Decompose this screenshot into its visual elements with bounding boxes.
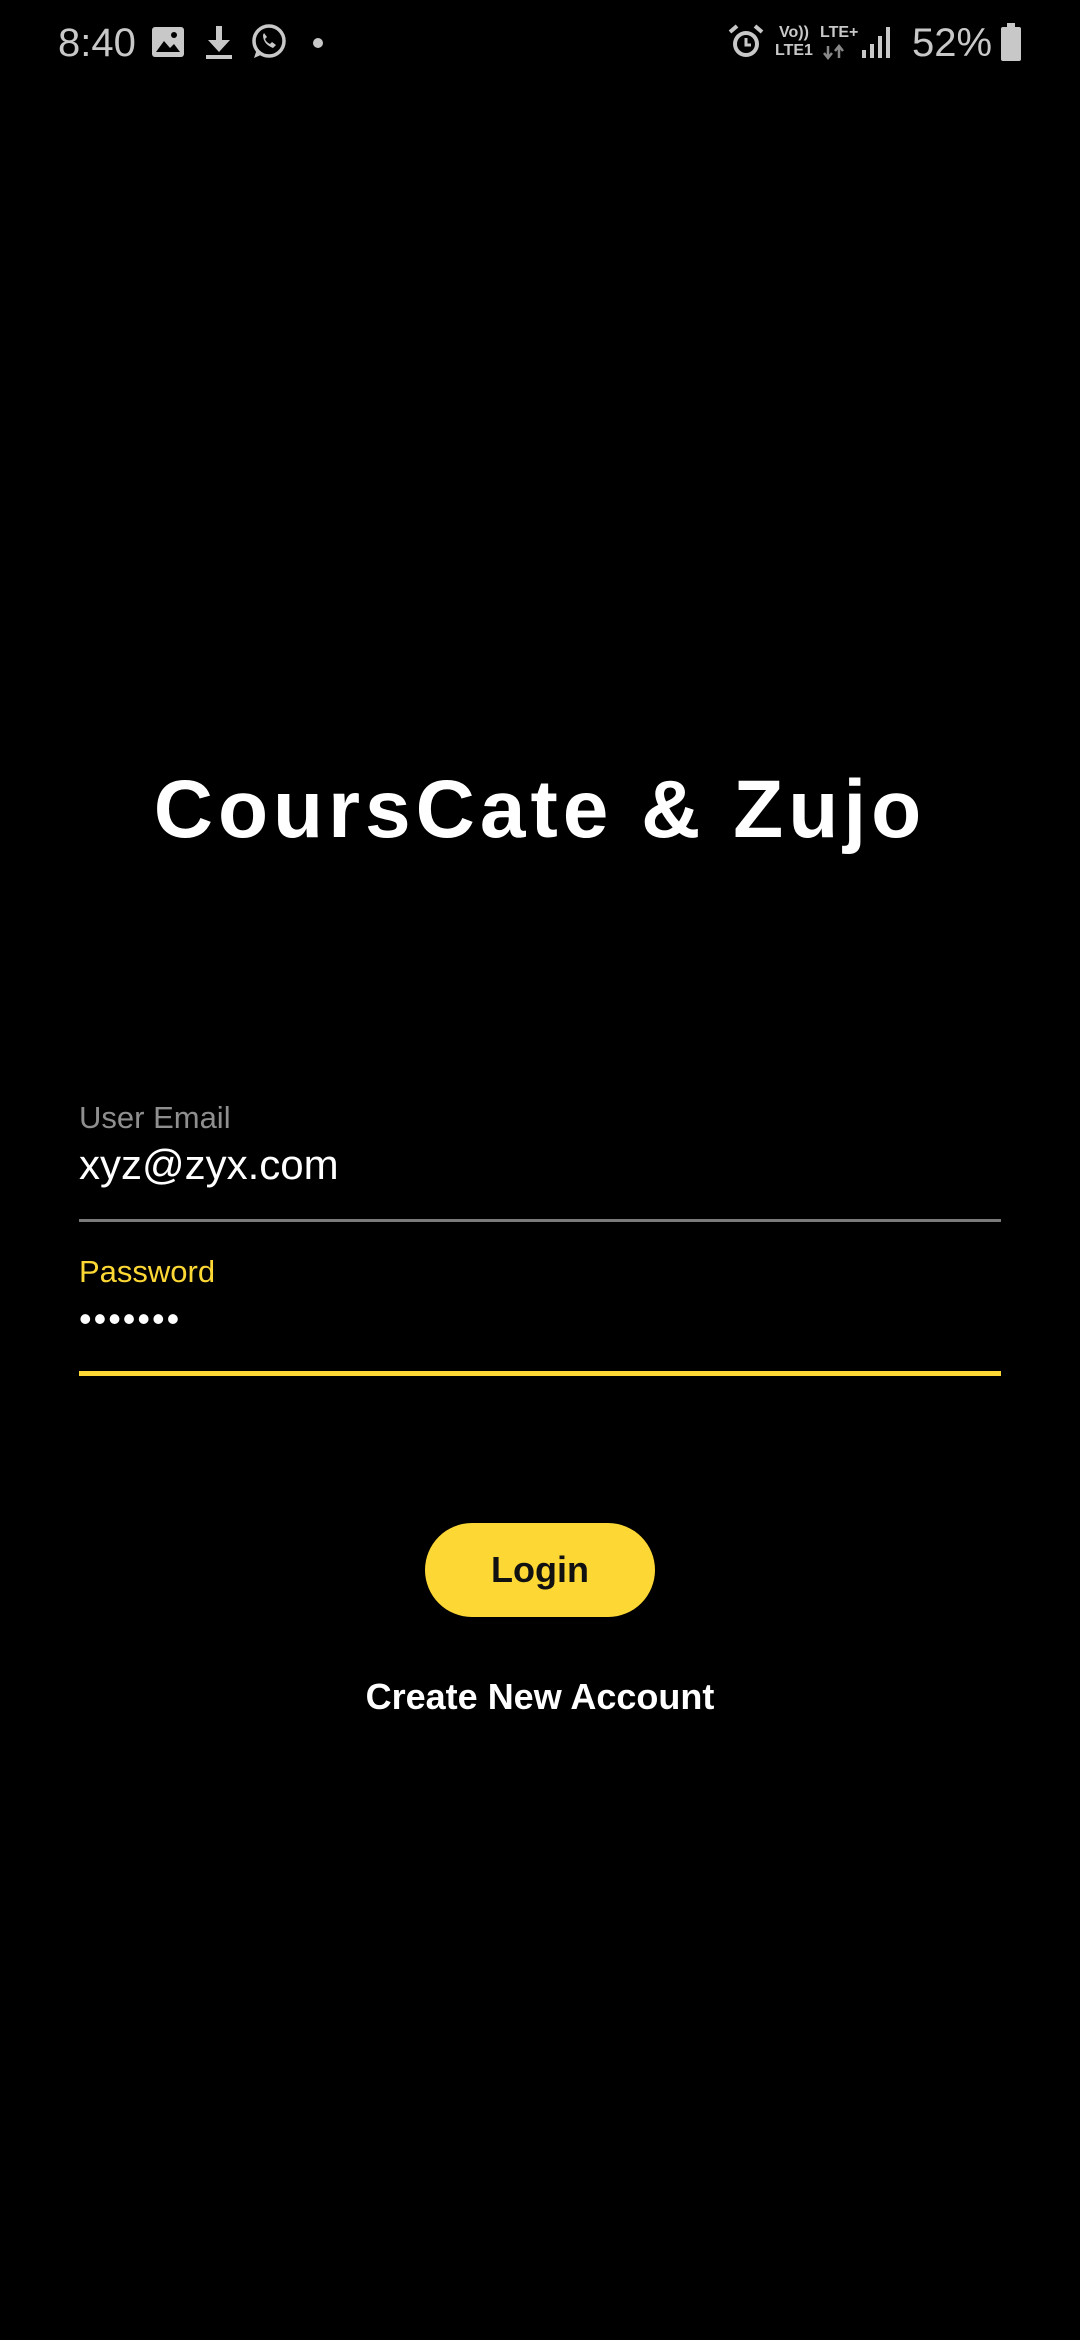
app-title: CoursCate & Zujo bbox=[153, 764, 927, 855]
email-underline bbox=[79, 1219, 1001, 1222]
email-label: User Email bbox=[79, 1100, 231, 1135]
password-input[interactable]: ••••••• bbox=[79, 1294, 181, 1344]
password-underline bbox=[79, 1371, 1001, 1376]
alarm-icon bbox=[726, 22, 766, 67]
lte-plus-label: LTE+ bbox=[820, 24, 859, 41]
status-time: 8:40 bbox=[58, 21, 136, 65]
email-field[interactable]: User Email xyz@zyx.com bbox=[79, 1100, 1001, 1224]
email-input[interactable]: xyz@zyx.com bbox=[79, 1140, 339, 1190]
image-icon bbox=[150, 24, 186, 65]
signal-icon bbox=[860, 24, 894, 65]
lte1-label: LTE1 bbox=[775, 42, 813, 59]
dot-icon bbox=[312, 36, 324, 54]
volte-label: Vo)) bbox=[779, 24, 809, 41]
login-button[interactable]: Login bbox=[425, 1523, 655, 1617]
password-field[interactable]: Password ••••••• bbox=[79, 1254, 1001, 1380]
create-account-link[interactable]: Create New Account bbox=[0, 1672, 1080, 1722]
status-bar: 8:40 Vo)) LTE+ LTE1 52% bbox=[0, 0, 1080, 86]
data-arrows-icon bbox=[822, 43, 846, 65]
download-icon bbox=[202, 24, 236, 65]
battery-percent: 52% bbox=[912, 21, 993, 65]
whatsapp-icon bbox=[249, 22, 289, 67]
password-label: Password bbox=[79, 1254, 216, 1289]
battery-icon bbox=[1000, 22, 1022, 67]
